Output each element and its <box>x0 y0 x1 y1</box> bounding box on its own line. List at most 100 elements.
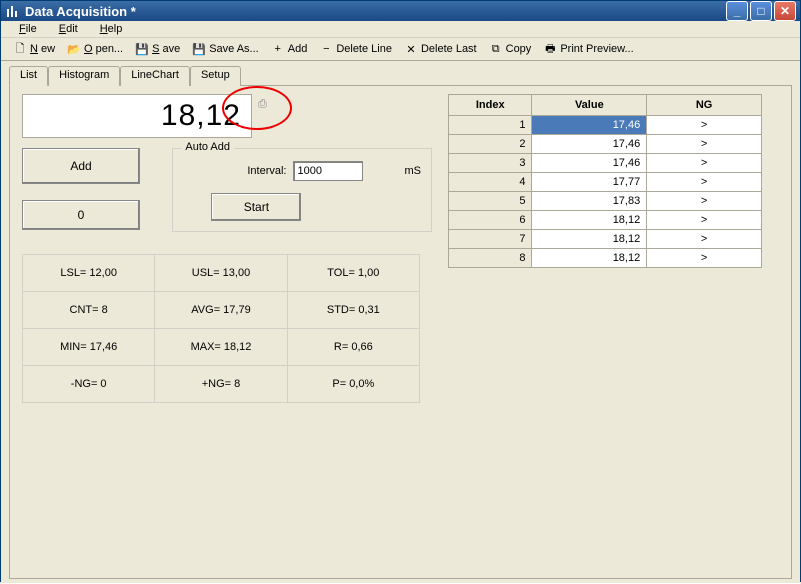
maximize-button[interactable]: □ <box>750 1 772 21</box>
grid-header-ng[interactable]: NG <box>647 95 762 116</box>
grid-cell-ng[interactable]: > <box>647 211 762 230</box>
display-unit-icon: ⎙ <box>258 98 267 111</box>
toolbar: 🗋New 📂Open... 💾Save 💾Save As... +Add −De… <box>1 38 800 61</box>
tb-saveas-label: Save As... <box>209 43 259 55</box>
tb-copy[interactable]: ⧉Copy <box>485 40 536 58</box>
grid-row[interactable]: 317,46> <box>449 154 762 173</box>
grid-cell-index[interactable]: 4 <box>449 173 532 192</box>
grid-cell-value[interactable]: 17,46 <box>532 154 647 173</box>
tb-save[interactable]: 💾Save <box>131 40 184 58</box>
table-row: LSL= 12,00 USL= 13,00 TOL= 1,00 <box>23 255 420 292</box>
grid-row[interactable]: 517,83> <box>449 192 762 211</box>
stat-r: R= 0,66 <box>287 329 419 366</box>
tb-delline[interactable]: −Delete Line <box>315 40 396 58</box>
auto-add-legend: Auto Add <box>181 141 234 153</box>
grid-cell-ng[interactable]: > <box>647 230 762 249</box>
grid-cell-index[interactable]: 6 <box>449 211 532 230</box>
stat-ngminus: -NG= 0 <box>23 366 155 403</box>
tb-dellast[interactable]: ✕Delete Last <box>400 40 481 58</box>
grid-row[interactable]: 818,12> <box>449 249 762 268</box>
tab-histogram[interactable]: Histogram <box>48 66 120 86</box>
grid-row[interactable]: 618,12> <box>449 211 762 230</box>
stat-p: P= 0,0% <box>287 366 419 403</box>
minus-icon: − <box>319 42 333 56</box>
grid-cell-value[interactable]: 17,83 <box>532 192 647 211</box>
tab-setup[interactable]: Setup <box>190 66 241 86</box>
interval-label: Interval: <box>247 165 286 177</box>
plus-icon: + <box>271 42 285 56</box>
grid-cell-value[interactable]: 18,12 <box>532 249 647 268</box>
menu-help[interactable]: Help <box>94 21 129 37</box>
app-window: Data Acquisition * _ □ ✕ File Edit Help … <box>0 0 801 582</box>
grid-row[interactable]: 417,77> <box>449 173 762 192</box>
stat-std: STD= 0,31 <box>287 292 419 329</box>
save-icon: 💾 <box>135 42 149 56</box>
table-row: -NG= 0 +NG= 8 P= 0,0% <box>23 366 420 403</box>
tb-preview[interactable]: 🖶Print Preview... <box>539 40 637 58</box>
left-column: 18,12 ⎙ Add 0 Auto Add Interval: <box>22 94 432 570</box>
menu-edit[interactable]: Edit <box>53 21 84 37</box>
menu-help-label: elp <box>108 23 123 35</box>
close-button[interactable]: ✕ <box>774 1 796 21</box>
stat-cnt: CNT= 8 <box>23 292 155 329</box>
grid-cell-ng[interactable]: > <box>647 192 762 211</box>
grid-cell-index[interactable]: 3 <box>449 154 532 173</box>
grid-cell-value[interactable]: 18,12 <box>532 211 647 230</box>
grid-cell-ng[interactable]: > <box>647 135 762 154</box>
grid-cell-index[interactable]: 2 <box>449 135 532 154</box>
saveas-icon: 💾 <box>192 42 206 56</box>
table-row: CNT= 8 AVG= 17,79 STD= 0,31 <box>23 292 420 329</box>
grid-cell-index[interactable]: 5 <box>449 192 532 211</box>
zero-button[interactable]: 0 <box>22 200 140 230</box>
tabstrip: List Histogram LineChart Setup <box>9 65 792 85</box>
delete-icon: ✕ <box>404 42 418 56</box>
grid-row[interactable]: 217,46> <box>449 135 762 154</box>
start-button[interactable]: Start <box>211 193 301 221</box>
menu-edit-label: dit <box>66 23 78 35</box>
tab-panel: 18,12 ⎙ Add 0 Auto Add Interval: <box>9 85 792 579</box>
stat-tol: TOL= 1,00 <box>287 255 419 292</box>
tab-list[interactable]: List <box>9 66 48 86</box>
minimize-button[interactable]: _ <box>726 1 748 21</box>
data-grid[interactable]: Index Value NG 117,46>217,46>317,46>417,… <box>448 94 762 268</box>
grid-cell-ng[interactable]: > <box>647 173 762 192</box>
app-icon <box>5 3 21 19</box>
add-button[interactable]: Add <box>22 148 140 184</box>
grid-cell-ng[interactable]: > <box>647 154 762 173</box>
add-zero-col: Add 0 <box>22 148 164 232</box>
grid-cell-value[interactable]: 17,46 <box>532 116 647 135</box>
tab-linechart[interactable]: LineChart <box>120 66 190 86</box>
tb-open[interactable]: 📂Open... <box>63 40 127 58</box>
grid-cell-value[interactable]: 17,46 <box>532 135 647 154</box>
stat-lsl: LSL= 12,00 <box>23 255 155 292</box>
tb-copy-label: Copy <box>506 43 532 55</box>
grid-cell-ng[interactable]: > <box>647 116 762 135</box>
copy-icon: ⧉ <box>489 42 503 56</box>
menu-file[interactable]: File <box>13 21 43 37</box>
open-icon: 📂 <box>67 42 81 56</box>
grid-cell-ng[interactable]: > <box>647 249 762 268</box>
tb-add[interactable]: +Add <box>267 40 312 58</box>
tb-preview-label: Print Preview... <box>560 43 633 55</box>
stat-max: MAX= 18,12 <box>155 329 287 366</box>
tb-dellast-label: Delete Last <box>421 43 477 55</box>
new-icon: 🗋 <box>13 42 27 56</box>
grid-header-index[interactable]: Index <box>449 95 532 116</box>
grid-cell-value[interactable]: 17,77 <box>532 173 647 192</box>
tb-save-label: ave <box>162 43 180 55</box>
tb-new[interactable]: 🗋New <box>9 40 59 58</box>
interval-input[interactable] <box>293 161 363 181</box>
grid-row[interactable]: 117,46> <box>449 116 762 135</box>
grid-cell-index[interactable]: 8 <box>449 249 532 268</box>
grid-row[interactable]: 718,12> <box>449 230 762 249</box>
print-icon: 🖶 <box>543 42 557 56</box>
tb-saveas[interactable]: 💾Save As... <box>188 40 263 58</box>
grid-cell-index[interactable]: 7 <box>449 230 532 249</box>
grid-cell-value[interactable]: 18,12 <box>532 230 647 249</box>
stat-avg: AVG= 17,79 <box>155 292 287 329</box>
grid-cell-index[interactable]: 1 <box>449 116 532 135</box>
titlebar[interactable]: Data Acquisition * _ □ ✕ <box>1 1 800 21</box>
grid-header-value[interactable]: Value <box>532 95 647 116</box>
auto-add-group: Auto Add Interval: mS Start <box>172 148 432 232</box>
window-title: Data Acquisition * <box>25 4 724 19</box>
